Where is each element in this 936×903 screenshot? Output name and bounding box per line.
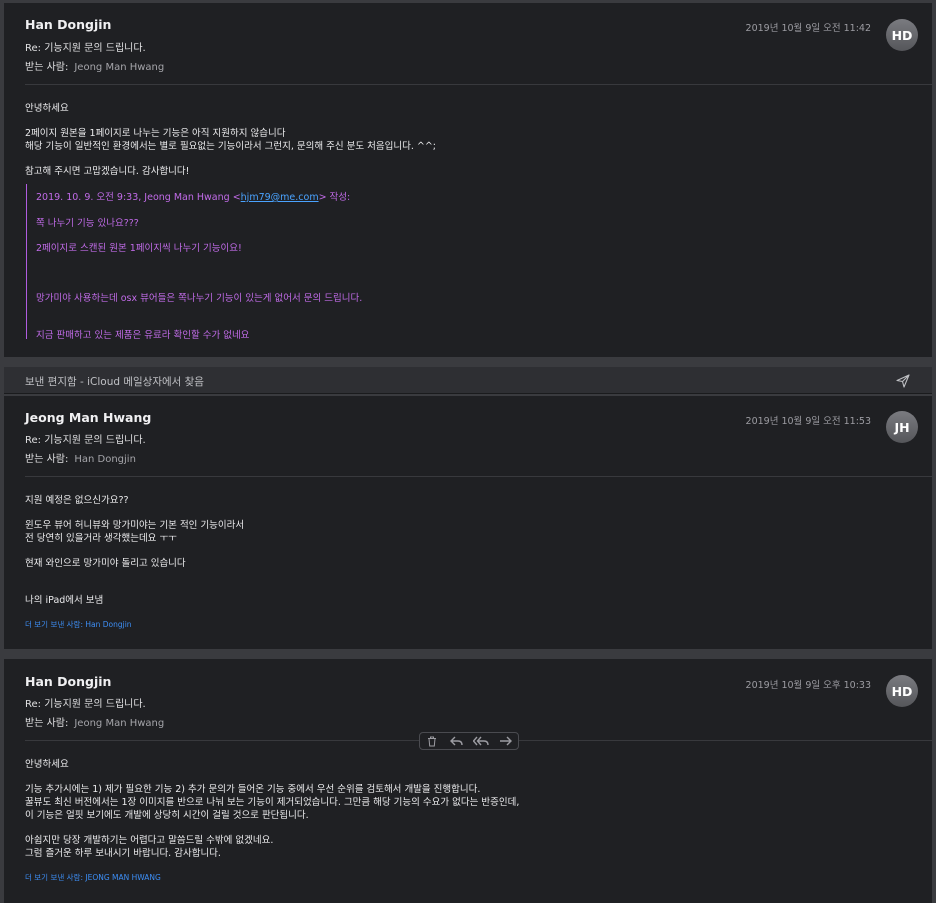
body-line: 해당 기능이 일반적인 환경에서는 별로 필요없는 기능이라서 그런지, 문의해… — [25, 141, 436, 152]
recipient-label: 받는 사람: — [25, 62, 69, 73]
quote-line: 쪽 나누기 기능 있나요??? — [36, 218, 139, 229]
avatar[interactable]: HD — [886, 675, 918, 707]
body-line: 전 당연히 있을거라 생각했는데요 ㅜㅜ — [25, 533, 177, 544]
subject: Re: 기능지원 문의 드립니다. — [25, 43, 146, 54]
recipient-label: 받는 사람: — [25, 454, 69, 465]
body-line: 기능 추가시에는 1) 제가 필요한 기능 2) 추가 문의가 들어온 기능 중… — [25, 784, 481, 795]
reply-all-icon[interactable] — [473, 735, 489, 747]
quote-email-link[interactable]: hjm79@me.com — [241, 192, 319, 203]
quote-line: 망가미야 사용하는데 osx 뷰어들은 쪽나누기 기능이 있는게 없어서 문의 … — [36, 293, 363, 304]
subject: Re: 기능지원 문의 드립니다. — [25, 699, 146, 710]
trash-icon[interactable] — [424, 735, 440, 747]
sent-mailbox-bar[interactable]: 보낸 편지함 - iCloud 메일상자에서 찾음 — [4, 367, 932, 394]
signature: 나의 iPad에서 보냄 — [25, 595, 104, 606]
message-2[interactable]: Jeong Man Hwang Re: 기능지원 문의 드립니다. 받는 사람:… — [4, 396, 932, 649]
body-line: 2페이지 원본을 1페이지로 나누는 기능은 아직 지원하지 않습니다 — [25, 128, 286, 139]
quote-header-suffix: > 작성: — [318, 192, 351, 203]
message-date: 2019년 10월 9일 오전 11:53 — [745, 416, 871, 427]
sent-mailbox-label: 보낸 편지함 - iCloud 메일상자에서 찾음 — [25, 376, 204, 388]
recipient-name[interactable]: Jeong Man Hwang — [74, 718, 164, 729]
avatar[interactable]: JH — [886, 411, 918, 443]
recipient-label: 받는 사람: — [25, 718, 69, 729]
body-line: 아쉽지만 당장 개발하기는 어렵다고 말씀드릴 수밖에 없겠네요. — [25, 835, 274, 846]
avatar[interactable]: HD — [886, 19, 918, 51]
message-date: 2019년 10월 9일 오후 10:33 — [745, 680, 871, 691]
sender-name: Han Dongjin — [25, 17, 112, 32]
recipient-name[interactable]: Jeong Man Hwang — [74, 62, 164, 73]
body-line: 이 기능은 얼핏 보기에도 개발에 상당히 시간이 걸릴 것으로 판단됩니다. — [25, 810, 309, 821]
quote-line: 지금 판매하고 있는 제품은 유료라 확인할 수가 없네요 — [36, 330, 250, 341]
body-line: 안녕하세요 — [25, 103, 69, 114]
body-line: 현재 와인으로 망가미야 돌리고 있습니다 — [25, 558, 186, 569]
see-more-link[interactable]: 더 보기 보낸 사람: JEONG MAN HWANG — [25, 872, 161, 883]
sender-name: Jeong Man Hwang — [25, 410, 152, 425]
message-3[interactable]: Han Dongjin Re: 기능지원 문의 드립니다. 받는 사람: Jeon… — [4, 659, 932, 903]
quoted-text: 2019. 10. 9. 오전 9:33, Jeong Man Hwang <h… — [26, 184, 362, 341]
body-line: 안녕하세요 — [25, 759, 69, 770]
reply-icon[interactable] — [449, 735, 465, 747]
subject: Re: 기능지원 문의 드립니다. — [25, 435, 146, 446]
recipient-row: 받는 사람: Jeong Man Hwang — [25, 714, 164, 729]
forward-icon[interactable] — [498, 735, 514, 747]
body-line: 참고해 주시면 고맙겠습니다. 감사합니다! — [25, 166, 190, 177]
see-more-link[interactable]: 더 보기 보낸 사람: Han Dongjin — [25, 619, 132, 630]
body-line: 지원 예정은 없으신가요?? — [25, 495, 129, 506]
quote-header-prefix: 2019. 10. 9. 오전 9:33, Jeong Man Hwang < — [36, 192, 241, 203]
send-icon[interactable] — [896, 374, 910, 388]
body-line: 그럼 즐거운 하루 보내시기 바랍니다. 감사합니다. — [25, 848, 221, 859]
body-line: 꿀뷰도 최신 버전에서는 1장 이미지를 반으로 나눠 보는 기능이 제거되었습… — [25, 797, 520, 808]
message-action-toolbar — [419, 732, 519, 750]
recipient-row: 받는 사람: Han Dongjin — [25, 450, 136, 465]
body-line: 윈도우 뷰어 허니뷰와 망가미야는 기본 적인 기능이라서 — [25, 520, 245, 531]
quote-header: 2019. 10. 9. 오전 9:33, Jeong Man Hwang <h… — [36, 189, 350, 203]
recipient-row: 받는 사람: Jeong Man Hwang — [25, 58, 164, 73]
message-date: 2019년 10월 9일 오전 11:42 — [745, 23, 871, 34]
message-1[interactable]: Han Dongjin Re: 기능지원 문의 드립니다. 받는 사람: Jeon… — [4, 3, 932, 357]
sender-name: Han Dongjin — [25, 674, 112, 689]
quote-line: 2페이지로 스캔된 원본 1페이지씩 나누기 기능이요! — [36, 243, 242, 254]
header-divider — [25, 476, 932, 477]
recipient-name[interactable]: Han Dongjin — [74, 454, 136, 465]
header-divider — [25, 84, 932, 85]
